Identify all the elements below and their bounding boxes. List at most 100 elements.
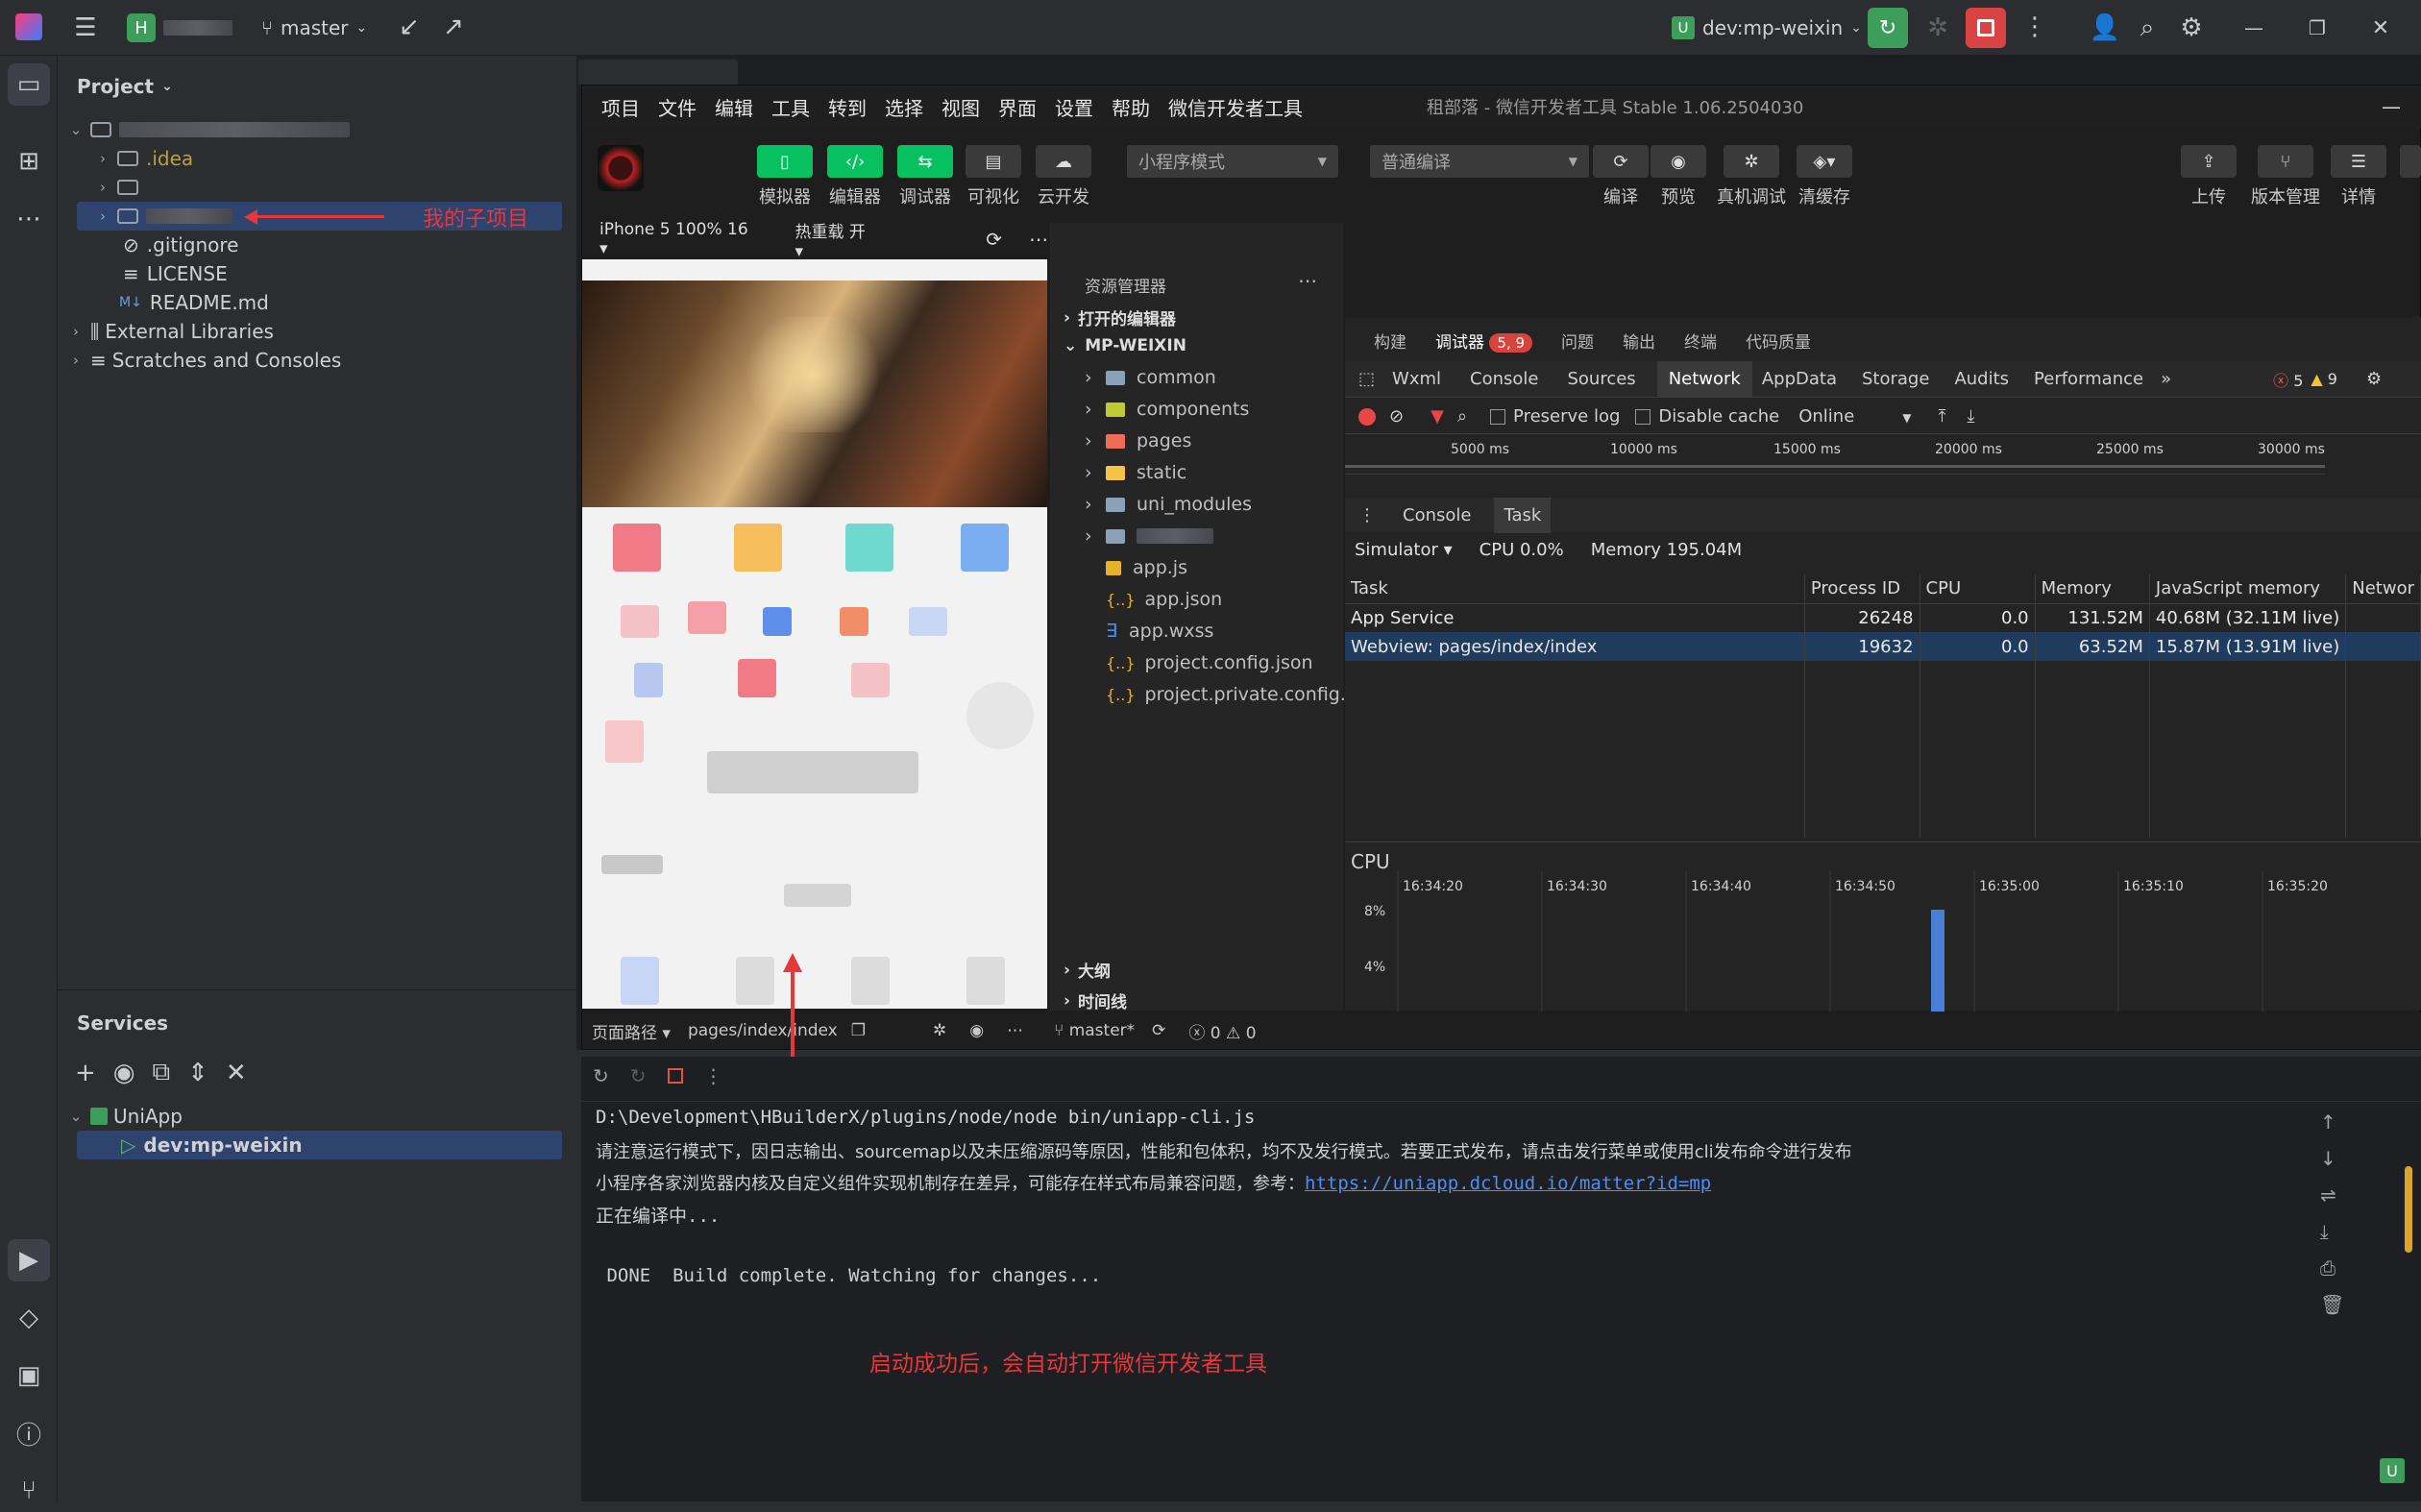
project-name-blurred[interactable] — [163, 20, 232, 36]
main-menu-icon[interactable]: ☰ — [67, 10, 104, 46]
category-icon[interactable] — [851, 663, 890, 697]
export-har-icon[interactable]: ⤓ — [1967, 406, 1974, 427]
page-path-select[interactable]: 页面路径 ▾ — [592, 1019, 671, 1043]
drawer-menu-icon[interactable]: ⋮ — [1358, 505, 1376, 525]
add-user-icon[interactable]: 👤 — [2087, 10, 2123, 46]
record-icon[interactable] — [1358, 407, 1376, 426]
col-memory[interactable]: Memory — [2035, 574, 2150, 604]
col-task[interactable]: Task — [1345, 574, 1805, 604]
tab-icon[interactable] — [966, 957, 1005, 1005]
rerun-button[interactable]: ↻ — [1868, 8, 1908, 48]
compile-select[interactable]: 普通编译 ▼ — [1370, 145, 1589, 178]
terminal-tool-icon[interactable]: ▣ — [8, 1354, 50, 1397]
col-js-memory[interactable]: JavaScript memory — [2149, 574, 2347, 604]
version-button[interactable]: ⑂ — [2258, 145, 2313, 178]
devtools-avatar[interactable] — [598, 145, 644, 191]
category-icon[interactable] — [738, 659, 776, 697]
uniapp-status-icon[interactable]: U — [2380, 1458, 2405, 1483]
layers-tool-icon[interactable]: ◇ — [8, 1297, 50, 1339]
rerun-icon[interactable]: ↻ — [593, 1064, 609, 1087]
explorer-item-project-private-config[interactable]: {..} project.private.config.js... — [1106, 684, 1378, 705]
category-icon[interactable] — [961, 524, 1009, 572]
status-branch[interactable]: ⑂ master* — [1054, 1021, 1135, 1040]
expand-all-icon[interactable]: ⇕ — [187, 1059, 208, 1087]
status-problems[interactable]: ⓧ 0 ⚠ 0 — [1188, 1019, 1256, 1043]
table-row[interactable]: Webview: pages/index/index 19632 0.0 63.… — [1345, 632, 2421, 661]
project-badge[interactable]: H — [127, 13, 156, 42]
explorer-more-icon[interactable]: ⋯ — [1298, 269, 1317, 292]
category-icon[interactable] — [613, 524, 661, 572]
explorer-item-app-js[interactable]: app.js — [1106, 557, 1187, 578]
menu-goto[interactable]: 转到 — [828, 93, 867, 121]
add-service-icon[interactable]: + — [75, 1059, 96, 1087]
hot-reload-select[interactable]: 热重载 开 ▾ — [795, 218, 878, 261]
preview-button[interactable]: ◉ — [1651, 145, 1706, 178]
copy-icon[interactable]: ❐ — [851, 1021, 866, 1040]
trash-icon[interactable]: 🗑 — [2320, 1293, 2344, 1316]
simulator-select[interactable]: Simulator ▾ — [1355, 540, 1453, 560]
remote-debug-button[interactable]: ✲ — [1724, 145, 1779, 178]
preserve-log-checkbox[interactable] — [1490, 408, 1506, 425]
search-icon[interactable]: ⌕ — [2129, 10, 2165, 46]
restore-icon[interactable]: ❐ — [2298, 10, 2336, 46]
update-project-icon[interactable]: ↙ — [392, 10, 427, 44]
tab-icon[interactable] — [736, 957, 774, 1005]
new-tab-icon[interactable]: ⧉ — [152, 1058, 170, 1087]
phone-simulator[interactable] — [582, 259, 1047, 1009]
category-icon[interactable] — [763, 607, 792, 636]
category-icon[interactable] — [688, 601, 726, 634]
tab-performance[interactable]: Performance — [2034, 369, 2143, 389]
category-icon[interactable] — [634, 663, 663, 697]
menu-project[interactable]: 项目 — [601, 93, 640, 121]
mode-select[interactable]: 小程序模式 ▼ — [1127, 145, 1338, 178]
tab-debugger[interactable]: 调试器 5, 9 — [1435, 329, 1533, 353]
clear-icon[interactable]: ⊘ — [1389, 406, 1404, 427]
import-har-icon[interactable]: ⤒ — [1939, 406, 1946, 427]
explorer-item-components[interactable]: › components — [1085, 399, 1249, 420]
drawer-tab-task[interactable]: Task — [1494, 497, 1552, 533]
tree-item-external-libraries[interactable]: › ⫼ External Libraries — [67, 317, 274, 346]
more-actions-icon[interactable]: ⋮ — [2018, 10, 2052, 44]
tree-item-license[interactable]: ≡ LICENSE — [117, 259, 228, 288]
debug-icon[interactable]: ✲ — [1920, 10, 1956, 46]
structure-tool-icon[interactable]: ⊞ — [8, 140, 50, 183]
sim-more-icon[interactable]: ⋯ — [1029, 228, 1048, 251]
explorer-item-pages[interactable]: › pages — [1085, 430, 1191, 451]
debugger-toggle[interactable]: ⇆ — [897, 145, 953, 178]
cloud-toggle[interactable]: ☁ — [1036, 145, 1091, 178]
search-icon[interactable]: ⌕ — [1457, 406, 1467, 427]
scroll-down-icon[interactable]: ↓ — [2320, 1147, 2344, 1170]
soft-wrap-icon[interactable]: ⇌ — [2320, 1183, 2344, 1207]
menu-edit[interactable]: 编辑 — [715, 93, 753, 121]
table-row[interactable]: App Service 26248 0.0 131.52M 40.68M (32… — [1345, 603, 2421, 632]
project-panel-header[interactable]: Project ⌄ — [77, 75, 173, 98]
tab-wxml[interactable]: Wxml — [1392, 369, 1441, 389]
promo-thumb[interactable] — [605, 720, 644, 763]
project-tool-icon[interactable]: ▭ — [8, 63, 50, 106]
more-tools-icon[interactable]: ⋯ — [8, 198, 50, 240]
status-more-icon[interactable]: ⋯ — [1007, 1021, 1023, 1040]
simulator-toggle[interactable]: ▯ — [757, 145, 813, 178]
scroll-end-icon[interactable]: ⤓ — [2320, 1220, 2344, 1243]
tree-item-folder[interactable]: › — [94, 173, 146, 202]
menu-wechat-devtools[interactable]: 微信开发者工具 — [1168, 93, 1303, 121]
tab-audits[interactable]: Audits — [1954, 369, 2009, 389]
drawer-tab-console[interactable]: Console — [1393, 498, 1480, 533]
menu-file[interactable]: 文件 — [658, 93, 697, 121]
rotate-icon[interactable]: ⟳ — [986, 228, 1002, 251]
menu-interface[interactable]: 界面 — [998, 93, 1037, 121]
tab-build[interactable]: 构建 — [1374, 329, 1406, 353]
root-folder[interactable]: ⌄ MP-WEIXIN — [1064, 336, 1186, 355]
tab-code-quality[interactable]: 代码质量 — [1746, 329, 1811, 353]
console-link[interactable]: https://uniapp.dcloud.io/matter?id=mp — [1305, 1173, 1711, 1194]
compile-button[interactable]: ⟳ — [1593, 145, 1649, 178]
show-icon[interactable]: ◉ — [113, 1059, 135, 1087]
run-config-selector[interactable]: U dev:mp-weixin ⌄ — [1672, 12, 1862, 44]
tab-icon[interactable] — [621, 957, 659, 1005]
services-tool-icon[interactable]: ▶ — [8, 1239, 50, 1281]
tree-item-readme[interactable]: M↓ README.md — [117, 288, 269, 317]
editor-tab-hidden[interactable] — [578, 60, 738, 85]
explorer-item-project-config[interactable]: {..} project.config.json — [1106, 652, 1313, 673]
menu-help[interactable]: 帮助 — [1112, 93, 1150, 121]
visual-toggle[interactable]: ▤ — [966, 145, 1021, 178]
